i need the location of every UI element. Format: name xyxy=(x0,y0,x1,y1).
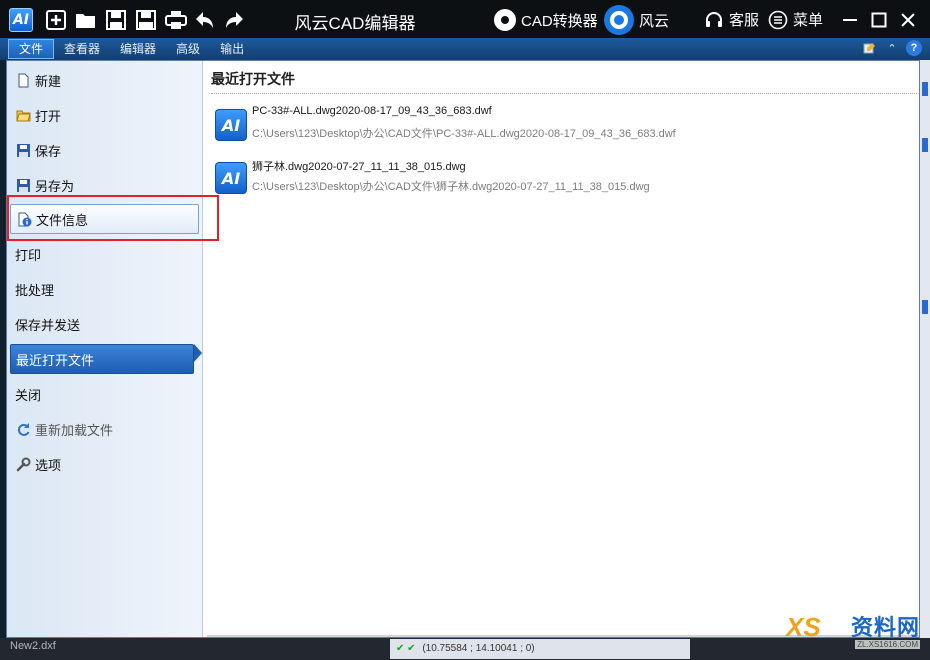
sidebar-item-options[interactable]: 选项 xyxy=(10,449,199,479)
status-filename: New2.dxf xyxy=(10,640,56,652)
fengyun-logo-icon xyxy=(604,5,634,35)
window-title: 风云CAD编辑器 xyxy=(294,14,416,33)
sidebar-item-label: 保存 xyxy=(35,143,62,159)
fengyun-label: 风云 xyxy=(639,12,670,30)
headset-icon xyxy=(706,11,722,27)
close-icon xyxy=(901,13,915,27)
sidebar-item-label: 打印 xyxy=(15,247,42,263)
recent-file-path: C:\Users\123\Desktop\办公\CAD文件\狮子林.dwg202… xyxy=(252,181,650,193)
tab-viewer[interactable]: 查看器 xyxy=(54,39,110,59)
sidebar-item-label: 选项 xyxy=(35,457,62,473)
status-coordinates: ✔ ✔ (10.75584 ; 14.10041 ; 0) xyxy=(390,639,690,659)
title-divider xyxy=(211,93,917,94)
list-item[interactable]: AI PC-33#-ALL.dwg2020-08-17_09_43_36_683… xyxy=(215,103,905,147)
save-as-icon xyxy=(15,177,31,193)
service-label: 客服 xyxy=(729,12,760,29)
recent-files-panel: 最近打开文件 AI PC-33#-ALL.dwg2020-08-17_09_43… xyxy=(207,61,919,637)
maximize-button[interactable] xyxy=(867,8,891,32)
sidebar-item-label: 保存并发送 xyxy=(15,317,81,333)
sidebar-item-close[interactable]: 关闭 xyxy=(10,379,199,409)
app-logo: AI xyxy=(9,8,33,32)
save-icon xyxy=(15,142,31,158)
recent-file-name: PC-33#-ALL.dwg2020-08-17_09_43_36_683.dw… xyxy=(252,105,492,117)
converter-icon xyxy=(494,9,516,31)
sidebar-item-recent[interactable]: 最近打开文件 xyxy=(10,344,194,374)
sidebar-item-label: 新建 xyxy=(35,73,62,89)
sidebar-item-reload[interactable]: 重新加载文件 xyxy=(10,414,199,444)
menu-label: 菜单 xyxy=(793,12,824,29)
sidebar-item-label: 最近打开文件 xyxy=(16,352,95,368)
title-bar: AI 风云CAD编辑器 CAD转换器 风云 客服 菜单 xyxy=(0,0,930,40)
new-icon[interactable] xyxy=(44,8,68,32)
undo-icon[interactable] xyxy=(193,8,217,32)
sidebar-item-label: 打开 xyxy=(35,108,62,124)
file-backstage: 新建 打开 保存 另存为 文件信息 打印 批处理 保存并发送 最近打开文件 关闭… xyxy=(6,60,920,638)
annotation-highlight-box xyxy=(7,195,219,241)
save-icon[interactable] xyxy=(104,8,128,32)
minimize-button[interactable] xyxy=(838,8,862,32)
sidebar-item-open[interactable]: 打开 xyxy=(10,100,199,130)
sidebar-item-batch[interactable]: 批处理 xyxy=(10,274,199,304)
redo-icon[interactable] xyxy=(222,8,246,32)
reload-icon xyxy=(15,421,31,437)
watermark-logo: XS 资料网 ZL.XS1616.COM xyxy=(786,610,926,658)
menu-icon xyxy=(768,10,788,29)
cad-converter-button[interactable]: CAD转换器 xyxy=(494,9,598,31)
tab-file[interactable]: 文件 xyxy=(8,39,55,59)
watermark-url: ZL.XS1616.COM xyxy=(855,640,920,649)
watermark-x: XS xyxy=(786,612,821,642)
selection-pointer xyxy=(194,344,202,362)
cad-converter-label: CAD转换器 xyxy=(521,12,598,30)
sidebar-item-label: 关闭 xyxy=(15,387,42,403)
close-button[interactable] xyxy=(896,8,920,32)
list-item[interactable]: AI 狮子林.dwg2020-07-27_11_11_38_015.dwg C:… xyxy=(215,156,905,200)
open-folder-icon xyxy=(15,107,31,123)
save-pdf-icon[interactable] xyxy=(134,8,158,32)
sidebar-item-save[interactable]: 保存 xyxy=(10,135,199,165)
service-button[interactable]: 客服 xyxy=(704,9,759,30)
ribbon-tab-row: 文件 查看器 编辑器 高级 输出 ⌃ ? xyxy=(0,38,930,60)
sidebar-item-label: 重新加载文件 xyxy=(35,422,114,438)
print-icon[interactable] xyxy=(164,8,188,32)
cad-file-icon: AI xyxy=(215,109,247,141)
maximize-icon xyxy=(871,12,887,28)
background-window-edge xyxy=(920,60,930,660)
recent-file-path: C:\Users\123\Desktop\办公\CAD文件\PC-33#-ALL… xyxy=(252,128,676,140)
sidebar-item-label: 另存为 xyxy=(35,178,75,194)
cad-file-icon: AI xyxy=(215,162,247,194)
backstage-sidebar: 新建 打开 保存 另存为 文件信息 打印 批处理 保存并发送 最近打开文件 关闭… xyxy=(7,61,203,637)
open-folder-icon[interactable] xyxy=(74,8,98,32)
tab-output[interactable]: 输出 xyxy=(210,39,254,59)
sidebar-item-save-and-send[interactable]: 保存并发送 xyxy=(10,309,199,339)
sidebar-item-label: 批处理 xyxy=(15,282,55,298)
quick-style-icon[interactable] xyxy=(862,40,878,56)
tab-advanced[interactable]: 高级 xyxy=(166,39,210,59)
tab-editor[interactable]: 编辑器 xyxy=(110,39,166,59)
menu-button[interactable]: 菜单 xyxy=(768,9,823,30)
watermark-text: 资料网 xyxy=(850,615,920,640)
new-file-icon xyxy=(15,72,31,88)
recent-file-name: 狮子林.dwg2020-07-27_11_11_38_015.dwg xyxy=(252,161,466,173)
sidebar-item-new[interactable]: 新建 xyxy=(10,65,199,95)
check-icon: ✔ ✔ xyxy=(396,643,416,654)
sidebar-item-print[interactable]: 打印 xyxy=(10,239,199,269)
coords-text: (10.75584 ; 14.10041 ; 0) xyxy=(422,643,535,654)
wrench-icon xyxy=(15,456,31,472)
page-title: 最近打开文件 xyxy=(211,71,295,87)
help-icon[interactable]: ? xyxy=(906,40,922,56)
collapse-ribbon-icon[interactable]: ⌃ xyxy=(884,40,900,56)
minimize-icon xyxy=(843,19,857,21)
fengyun-button[interactable]: 风云 xyxy=(604,5,669,35)
